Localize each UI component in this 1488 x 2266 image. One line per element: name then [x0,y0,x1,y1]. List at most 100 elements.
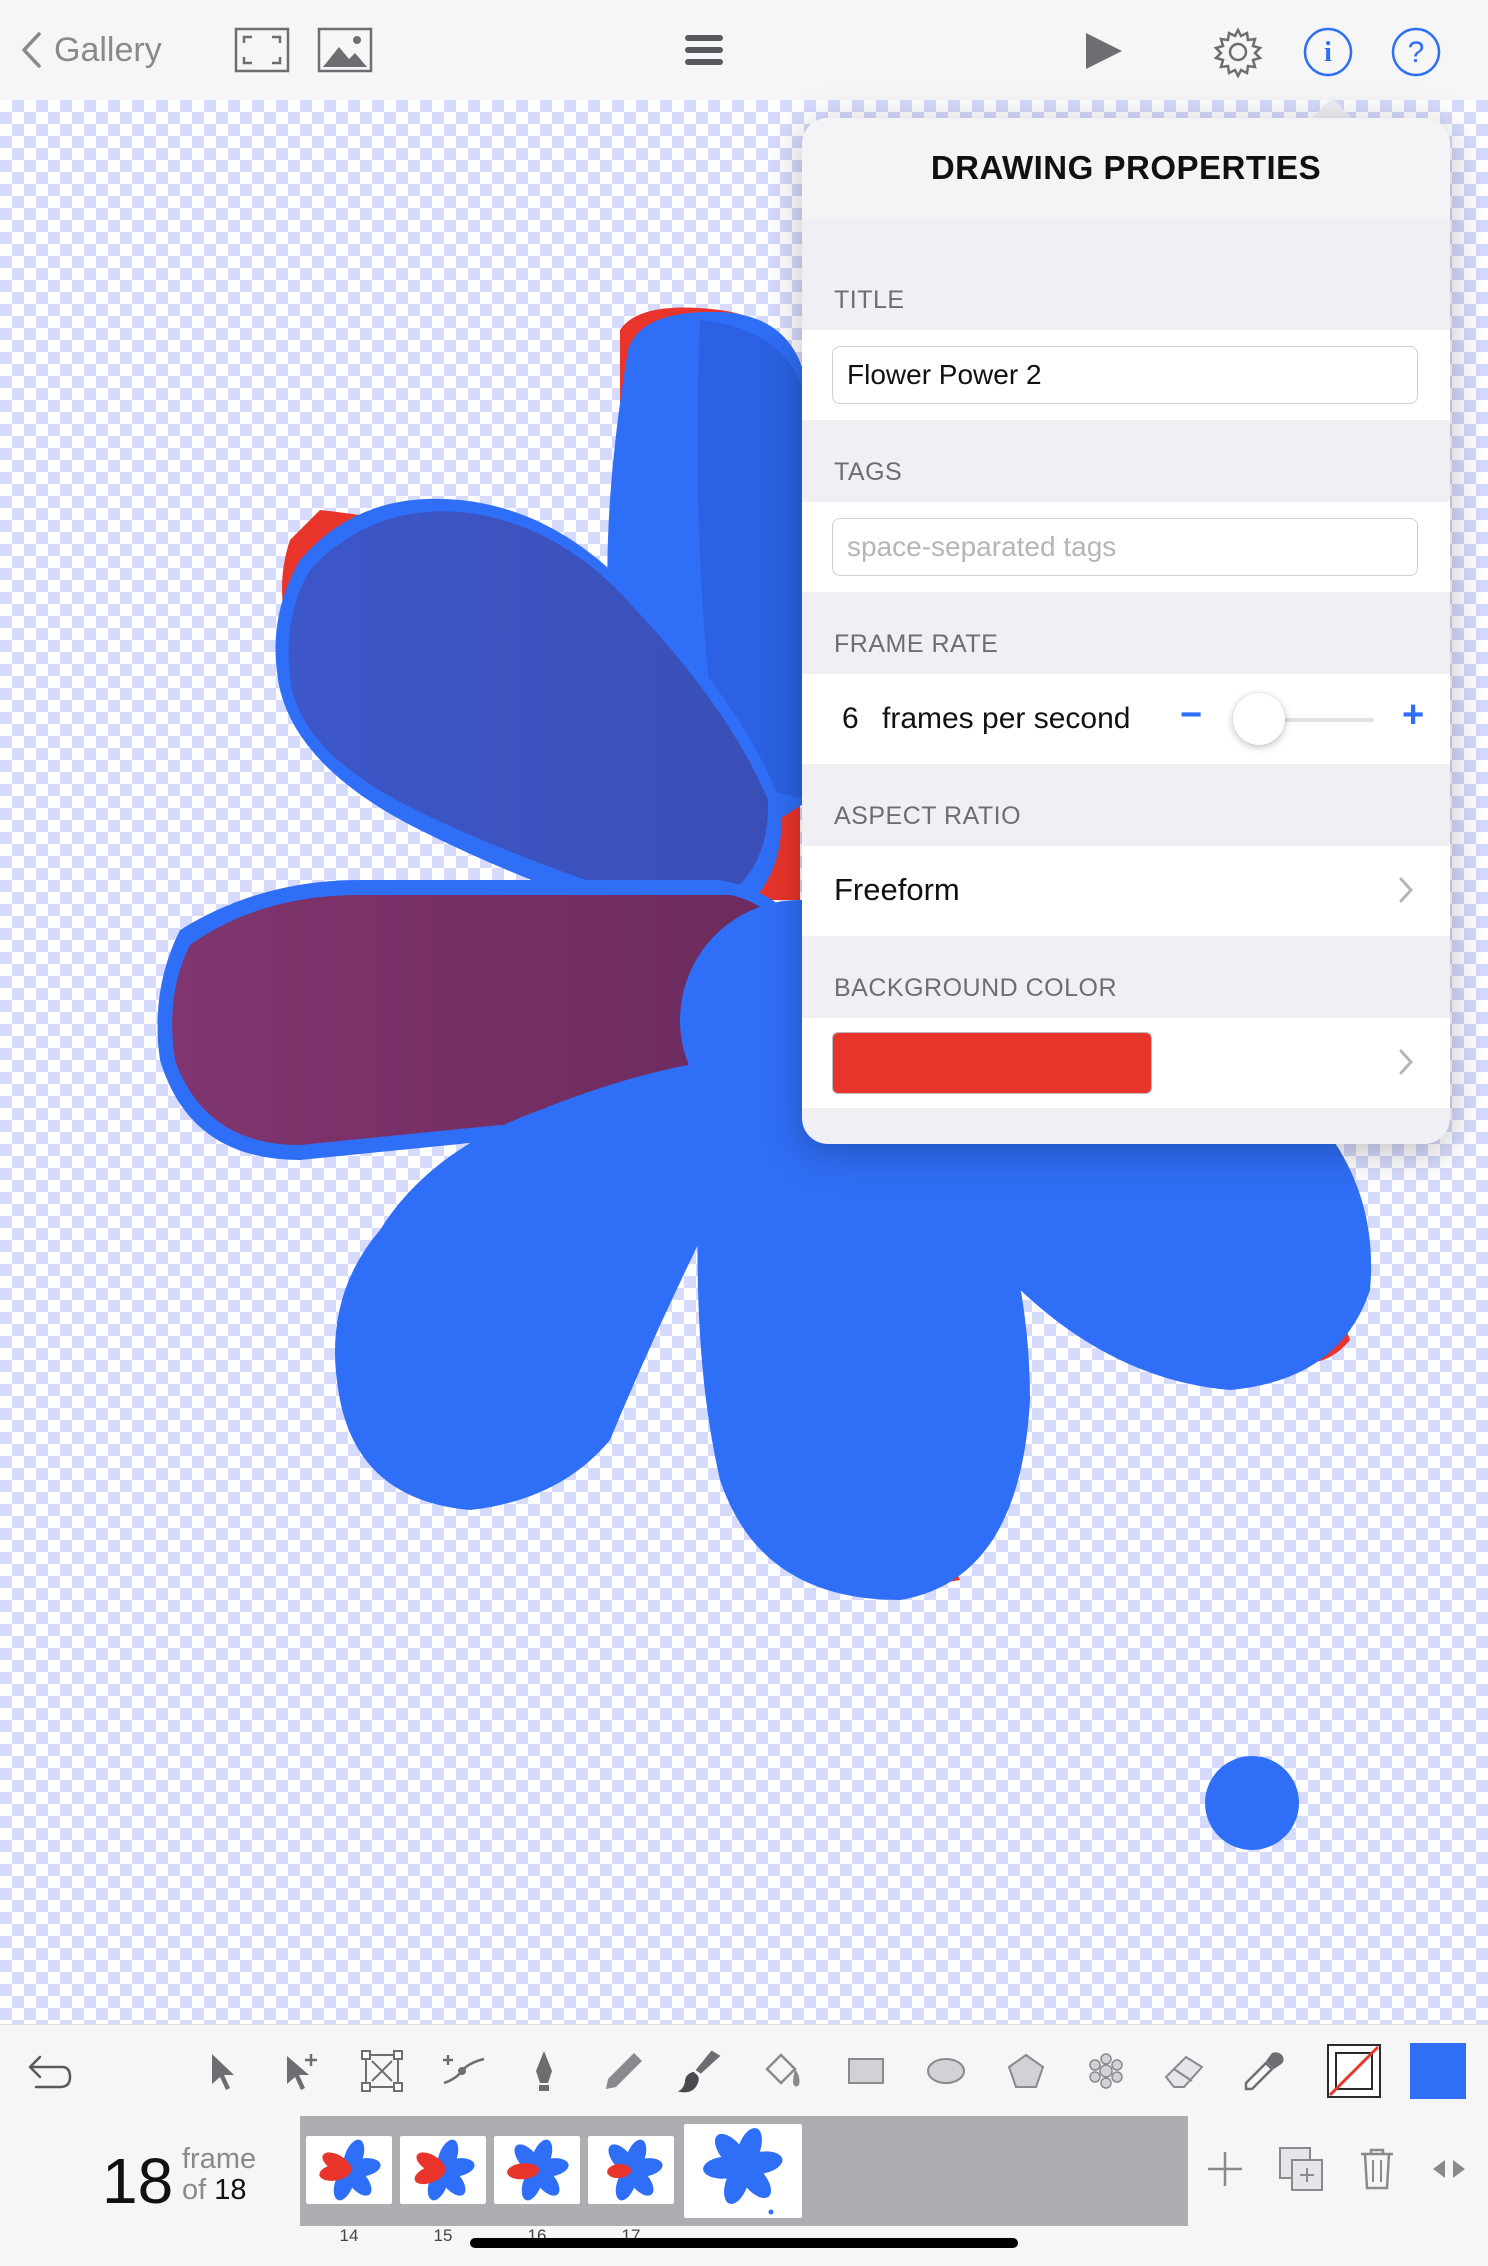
ellipse-icon [927,2058,965,2084]
fps-value: 6 [842,702,859,735]
rectangle-tool[interactable] [842,2047,890,2095]
pen-icon [536,2051,552,2091]
background-color-section-label: BACKGROUND COLOR [834,974,1118,1002]
frame-rate-row: 6 frames per second − + [802,674,1450,764]
info-button[interactable]: i [1302,26,1354,78]
frame-bar-resize-button[interactable] [1424,2144,1474,2194]
pen-tool[interactable] [520,2047,568,2095]
chevron-right-icon [1399,1049,1414,1075]
add-frame-button[interactable] [1200,2144,1250,2194]
help-button[interactable]: ? [1390,26,1442,78]
ellipse-tool[interactable] [922,2047,970,2095]
of-word: of [182,2174,207,2206]
frame-thumbnail[interactable]: 15 [400,2136,486,2245]
fps-decrement-button[interactable]: − [1180,694,1202,737]
star-shape-icon [1089,2053,1123,2089]
frame-total: of 18 [182,2174,247,2207]
flower-thumbnail-icon [414,2139,475,2201]
frame-word: frame [182,2143,257,2175]
frame-rate-section-label: FRAME RATE [834,630,999,658]
fill-tool[interactable] [758,2047,806,2095]
settings-button[interactable] [1212,26,1264,78]
info-icon: i [1303,27,1353,77]
flower-thumbnail-icon [703,2128,783,2215]
fps-increment-button[interactable]: + [1402,694,1424,737]
rectangle-icon [848,2058,884,2084]
frame-thumbnail[interactable]: 16 [494,2136,580,2245]
pencil-tool[interactable] [600,2047,648,2095]
help-icon: ? [1391,27,1441,77]
aspect-ratio-row[interactable]: Freeform [802,846,1450,936]
gear-icon [1213,27,1263,78]
eraser-icon [1164,2055,1204,2088]
background-color-swatch [832,1032,1152,1094]
fps-slider-knob[interactable] [1233,693,1286,745]
stroke-color-well[interactable] [1326,2043,1382,2099]
play-icon [1086,33,1122,69]
eyedropper-tool[interactable] [1240,2047,1288,2095]
flower-thumbnail-icon [507,2139,569,2201]
undo-button[interactable] [26,2047,74,2095]
frame-thumbnail-selected[interactable] [684,2124,802,2218]
flower-thumbnail-icon [607,2139,663,2201]
tags-row [802,502,1450,592]
top-bar: Gallery i ? [0,0,1488,101]
play-button[interactable] [1080,28,1126,74]
polygon-tool[interactable] [1002,2047,1050,2095]
add-select-icon [287,2054,317,2090]
duplicate-frame-button[interactable] [1276,2144,1326,2194]
total-frames: 18 [214,2174,247,2206]
current-frame-number: 18 [102,2145,174,2217]
fullscreen-button[interactable] [234,26,290,74]
path-edit-icon [443,2055,485,2085]
add-select-tool[interactable] [278,2047,326,2095]
brush-tool[interactable] [676,2047,724,2095]
pencil-icon [606,2053,642,2089]
chevron-right-icon [1399,877,1414,903]
undo-icon [28,2055,72,2089]
image-icon [317,27,373,73]
frame-thumbnail-strip[interactable]: 14 15 16 17 [300,2116,1188,2245]
flower-thumbnail-icon [319,2139,381,2201]
eraser-tool[interactable] [1160,2047,1208,2095]
no-stroke-icon [1327,2044,1381,2098]
export-image-button[interactable] [316,26,374,74]
star-shape-tool[interactable] [1082,2047,1130,2095]
home-indicator [470,2238,1018,2248]
title-row [802,330,1450,420]
frame-thumbnail[interactable]: 17 [588,2136,674,2245]
transform-tool[interactable] [358,2047,406,2095]
tags-section-label: TAGS [834,458,903,486]
background-color-row[interactable] [802,1018,1450,1108]
delete-frame-button[interactable] [1352,2144,1402,2194]
eyedropper-icon [1244,2052,1284,2091]
tags-input[interactable] [832,518,1418,576]
brush-icon [677,2050,721,2093]
menu-icon [685,35,723,65]
back-label: Gallery [54,30,162,69]
trash-icon [1361,2148,1393,2190]
transform-icon [361,2050,403,2092]
plus-icon [1208,2152,1242,2186]
popover-title: DRAWING PROPERTIES [802,118,1450,218]
chevron-left-icon [22,32,41,68]
tool-bar [0,2024,1488,2117]
fill-color-well[interactable] [1410,2043,1466,2099]
fullscreen-icon [234,27,290,73]
aspect-ratio-value: Freeform [834,872,960,907]
frame-number-label: 14 [339,2226,359,2245]
polygon-icon [1007,2053,1045,2088]
aspect-ratio-section-label: ASPECT RATIO [834,802,1022,830]
select-tool[interactable] [198,2047,246,2095]
back-to-gallery-button[interactable]: Gallery [20,26,162,74]
drawing-properties-popover: DRAWING PROPERTIES TITLE TAGS FRAME RATE… [802,118,1450,1144]
menu-button[interactable] [680,30,728,70]
svg-text:i: i [1324,37,1332,68]
frame-thumbnail[interactable]: 14 [306,2136,392,2245]
left-right-arrows-icon [1433,2160,1465,2178]
fill-icon [765,2053,800,2087]
path-edit-tool[interactable] [440,2047,488,2095]
title-section-label: TITLE [834,286,905,314]
popover-arrow [1310,98,1354,120]
title-input[interactable] [832,346,1418,404]
